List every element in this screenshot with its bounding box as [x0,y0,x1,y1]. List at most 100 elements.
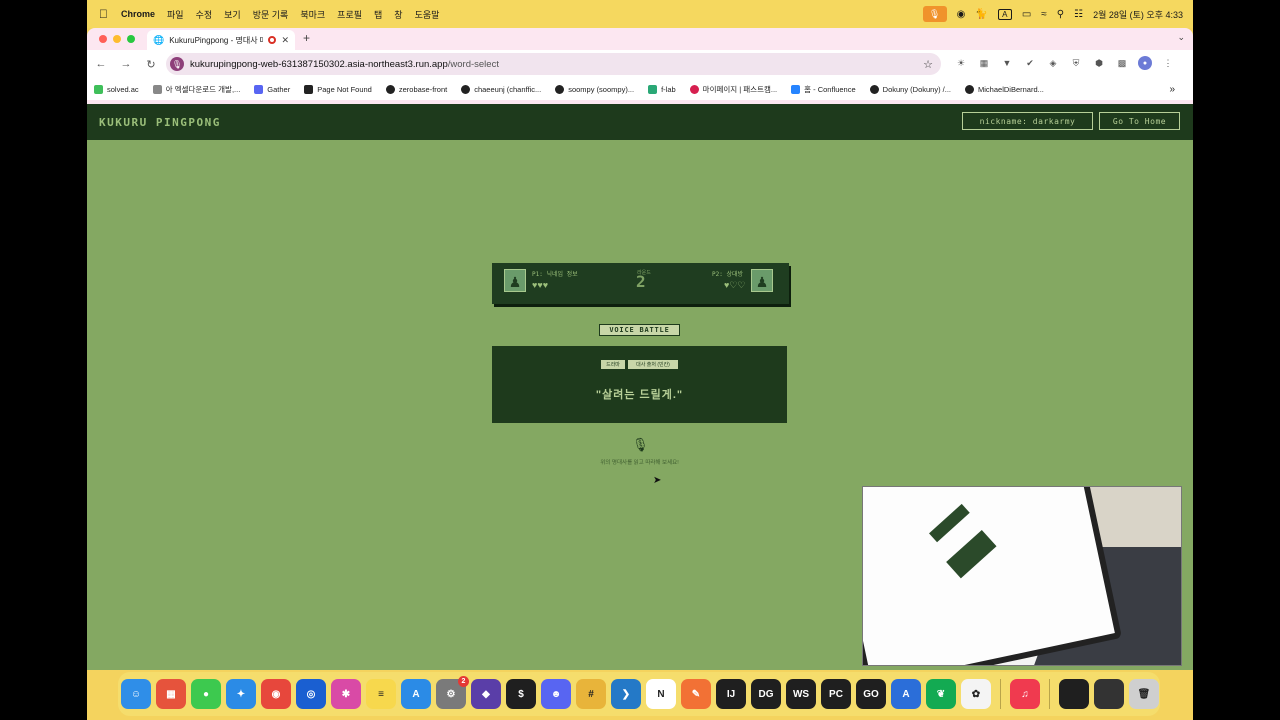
menubar-clock[interactable]: 2월 28일 (토) 오후 4:33 [1093,8,1183,21]
reload-icon[interactable]: ↻ [140,58,162,71]
bookmark-star-icon[interactable]: ☆ [923,58,933,71]
tab-active[interactable]: 🌐 KukuruPingpong - 명대사 따라하기 ✕ [147,30,295,50]
terminal-icon[interactable]: $ [506,679,536,709]
bookmarks-overflow-icon[interactable]: » [1169,84,1175,95]
control-center-icon[interactable]: ☷ [1074,9,1083,20]
music-icon[interactable]: ♫ [1010,679,1040,709]
chatgpt-icon[interactable]: ✿ [961,679,991,709]
finder-icon[interactable]: ☺ [121,679,151,709]
obsidian-icon[interactable]: ◆ [471,679,501,709]
bookmark-item[interactable]: 마이페이지 | 패스트캠... [689,84,777,95]
extension-6-icon[interactable]: ⬢ [1092,56,1106,70]
player1-hearts: ♥♥♥ [532,280,549,290]
mongodb-icon[interactable]: ❦ [926,679,956,709]
extension-1-icon[interactable]: ☀ [954,56,968,70]
input-source-indicator[interactable]: A [997,8,1012,20]
notes-icon[interactable]: ≡ [366,679,396,709]
affinity-icon[interactable]: ✱ [331,679,361,709]
bookmark-favicon-icon [94,84,103,94]
webstorm-icon[interactable]: WS [786,679,816,709]
menu-bookmarks[interactable]: 북마크 [300,8,325,21]
menu-window[interactable]: 창 [394,8,402,21]
zoom-window-button[interactable] [127,35,135,43]
trash-icon[interactable]: 🗑 [1129,679,1159,709]
forward-icon[interactable]: → [115,58,137,70]
search-icon[interactable]: ⚲ [1057,9,1064,20]
apple-icon[interactable]:  [99,7,113,21]
close-tab-icon[interactable]: ✕ [281,35,289,46]
profile-avatar[interactable]: ● [1138,56,1152,70]
cat-icon[interactable]: 🐈 [975,9,987,20]
bookmark-item[interactable]: f-lab [648,84,676,94]
intellij-icon[interactable]: IJ [716,679,746,709]
nickname-button[interactable]: nickname: darkarmy [962,112,1093,130]
microphone-icon[interactable]: 🎙 [632,437,649,453]
menu-view[interactable]: 보기 [224,8,241,21]
minimize-window-button[interactable] [113,35,121,43]
notion-icon[interactable]: N [646,679,676,709]
bookmark-item[interactable]: MichaelDiBernard... [965,84,1044,94]
extension-shield-icon[interactable]: ⛨ [1069,56,1083,70]
record-icon[interactable]: ◉ [957,9,966,20]
site-info-icon[interactable]: 🎙 [170,57,184,71]
bookmarks-bar: solved.ac 아 엑셀다운로드 개발,... Gather Page No… [87,78,1193,100]
menu-tab[interactable]: 탭 [374,8,382,21]
pages-icon[interactable]: ✎ [681,679,711,709]
menubar-app-name[interactable]: Chrome [121,9,155,19]
goland-icon[interactable]: GO [856,679,886,709]
chevron-down-icon[interactable]: ⌄ [1177,32,1185,43]
datagrip-icon[interactable]: DG [751,679,781,709]
tab-title: KukuruPingpong - 명대사 따라하기 [169,35,263,45]
bookmark-label: f-lab [661,84,676,94]
new-tab-button[interactable]: + [303,31,310,45]
settings-icon[interactable]: ⚙ 2 [436,676,469,709]
window-thumbnail-icon[interactable] [1094,679,1124,709]
bookmark-item[interactable]: chaeeunj (chanffic... [461,84,542,94]
messages-icon[interactable]: ● [191,679,221,709]
discord-icon[interactable]: ☻ [541,679,571,709]
bookmark-item[interactable]: 홈 - Confluence [791,84,856,95]
bookmark-item[interactable]: Dokuny (Dokuny) /... [869,84,951,94]
site-logo[interactable]: KUKURU PINGPONG [99,116,221,129]
instruments-icon[interactable]: A [891,679,921,709]
bookmark-label: chaeeunj (chanffic... [474,84,542,94]
more-vertical-icon[interactable]: ⋮ [1161,56,1175,70]
pycharm-icon[interactable]: PC [821,679,851,709]
menu-edit[interactable]: 수정 [196,8,213,21]
bookmark-item[interactable]: zerobase-front [385,84,448,94]
menu-history[interactable]: 방문 기록 [253,8,289,21]
laptop-screen-image [863,487,1122,665]
back-icon[interactable]: ← [90,58,112,70]
launchpad-icon[interactable]: ▦ [156,679,186,709]
go-home-button[interactable]: Go To Home [1099,112,1180,130]
wifi-icon[interactable]: ≈ [1041,9,1047,20]
close-window-button[interactable] [99,35,107,43]
bookmark-item[interactable]: Page Not Found [304,84,372,94]
vscode-icon[interactable]: ❯ [611,679,641,709]
address-bar[interactable]: 🎙 kukurupingpong-web-631387150302.asia-n… [166,53,941,75]
safari-icon[interactable]: ✦ [226,679,256,709]
bookmark-label: zerobase-front [398,84,448,94]
extension-2-icon[interactable]: ▦ [977,56,991,70]
extension-4-icon[interactable]: ✔ [1023,56,1037,70]
bookmark-item[interactable]: soompy (soompy)... [555,84,634,94]
bookmark-item[interactable]: 아 엑셀다운로드 개발,... [152,84,240,95]
extension-3-icon[interactable]: ▼ [1000,56,1014,70]
puzzle-icon[interactable]: ▩ [1115,56,1129,70]
extension-5-icon[interactable]: ◈ [1046,56,1060,70]
bookmark-favicon-icon [254,84,264,94]
firefox-icon[interactable]: ◎ [296,679,326,709]
bookmark-item[interactable]: solved.ac [94,84,139,94]
menu-help[interactable]: 도움말 [415,8,440,21]
menu-profiles[interactable]: 프로필 [337,8,362,21]
menu-file[interactable]: 파일 [167,8,184,21]
microphone-icon[interactable]: 🎙 [922,6,947,22]
chrome-icon[interactable]: ◉ [261,679,291,709]
bookmark-item[interactable]: Gather [254,84,290,94]
battery-icon[interactable]: ▭ [1022,9,1031,20]
window-thumbnail-icon[interactable] [1059,679,1089,709]
mini-quote-panel-image [946,529,997,579]
app-store-icon[interactable]: A [401,679,431,709]
slack-icon[interactable]: # [576,679,606,709]
notification-badge: 2 [458,676,469,687]
